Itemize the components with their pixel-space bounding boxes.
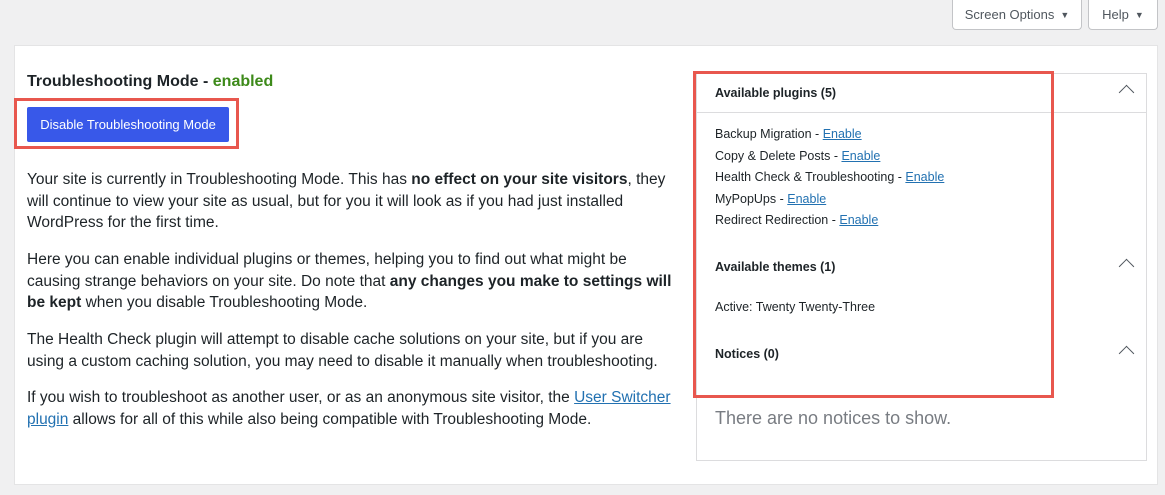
enable-plugin-link[interactable]: Enable [787, 192, 826, 206]
plugin-name: Redirect Redirection [715, 213, 829, 227]
plugin-name: Health Check & Troubleshooting [715, 170, 895, 184]
screen-options-label: Screen Options [964, 7, 1055, 22]
notices-header-label: Notices (0) [715, 347, 779, 361]
troubleshooting-panel: Troubleshooting Mode - enabled Disable T… [14, 45, 1158, 485]
status-enabled: enabled [212, 73, 274, 90]
text: If you wish to troubleshoot as another u… [27, 389, 575, 406]
caret-down-icon: ▼ [1134, 9, 1144, 20]
disable-button-highlight: Disable Troubleshooting Mode [14, 98, 239, 149]
page-title: Troubleshooting Mode - enabled [27, 72, 677, 92]
intro-paragraph: Your site is currently in Troubleshootin… [27, 169, 677, 234]
plugin-item: Health Check & Troubleshooting - Enable [715, 169, 944, 185]
troubleshooting-sidebar: Available plugins (5) Backup Migration -… [696, 73, 1147, 461]
separator: - [811, 127, 823, 141]
separator: - [894, 170, 906, 184]
caret-down-icon: ▼ [1060, 9, 1070, 20]
plugin-name: Backup Migration [715, 127, 812, 141]
enable-plugin-link[interactable]: Enable [823, 127, 862, 141]
screen-options-button[interactable]: Screen Options ▼ [952, 0, 1082, 30]
plugin-item: Redirect Redirection - Enable [715, 212, 878, 228]
enable-plugin-link[interactable]: Enable [841, 149, 880, 163]
chevron-up-icon [1118, 84, 1135, 101]
plugin-name: Copy & Delete Posts [715, 149, 831, 163]
text: Your site is currently in Troubleshootin… [27, 171, 412, 188]
plugin-name: MyPopUps [715, 192, 777, 206]
notices-header[interactable]: Notices (0) [697, 335, 1146, 373]
help-label: Help [1102, 7, 1129, 22]
text: allows for all of this while also being … [68, 410, 592, 428]
enable-info-paragraph: Here you can enable individual plugins o… [27, 249, 677, 314]
separator: - [830, 149, 842, 163]
active-theme: Active: Twenty Twenty-Three [715, 300, 876, 314]
available-plugins-header[interactable]: Available plugins (5) [697, 74, 1146, 113]
plugin-item: Backup Migration - Enable [715, 126, 862, 142]
text: when you disable Troubleshooting Mode. [81, 294, 368, 311]
disable-troubleshooting-button[interactable]: Disable Troubleshooting Mode [27, 107, 229, 142]
troubleshooting-info: Troubleshooting Mode - enabled Disable T… [14, 72, 677, 428]
bold-text: no effect on your site visitors [411, 171, 628, 188]
enable-plugin-link[interactable]: Enable [905, 170, 944, 184]
plugin-item: Copy & Delete Posts - Enable [715, 148, 880, 164]
cache-info-paragraph: The Health Check plugin will attempt to … [27, 331, 658, 370]
title-text: Troubleshooting Mode - [27, 73, 213, 90]
help-button[interactable]: Help ▼ [1088, 0, 1158, 30]
separator: - [776, 192, 788, 206]
plugins-header-label: Available plugins (5) [715, 86, 837, 100]
no-notices-message: There are no notices to show. [715, 408, 952, 428]
chevron-up-icon [1118, 258, 1135, 275]
chevron-up-icon [1118, 345, 1135, 362]
enable-plugin-link[interactable]: Enable [839, 213, 878, 227]
user-switcher-paragraph: If you wish to troubleshoot as another u… [27, 387, 677, 430]
separator: - [828, 213, 840, 227]
themes-header-label: Available themes (1) [715, 260, 836, 274]
plugin-item: MyPopUps - Enable [715, 191, 826, 207]
available-themes-header[interactable]: Available themes (1) [697, 248, 1146, 286]
